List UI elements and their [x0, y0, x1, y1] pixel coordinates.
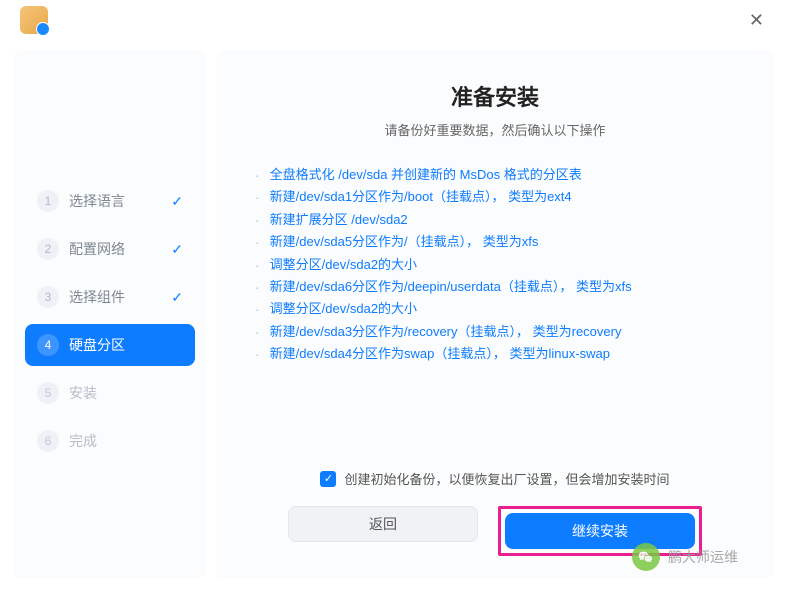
step-number: 1 [37, 190, 59, 212]
check-icon: ✓ [171, 289, 183, 306]
wizard-sidebar: 1 选择语言 ✓ 2 配置网络 ✓ 3 选择组件 ✓ 4 硬盘分区 5 安装 6 完成 [15, 50, 205, 576]
step-4[interactable]: 4 硬盘分区 [25, 324, 195, 366]
step-label: 完成 [69, 431, 97, 451]
page-title: 准备安装 [247, 80, 743, 112]
step-2[interactable]: 2 配置网络 ✓ [25, 228, 195, 270]
continue-button[interactable]: 继续安装 [505, 513, 695, 549]
step-number: 6 [37, 430, 59, 452]
backup-checkbox-row[interactable]: ✓ 创建初始化备份，以便恢复出厂设置，但会增加安装时间 [247, 469, 743, 488]
operation-text: 全盘格式化 /dev/sda 并创建新的 MsDos 格式的分区表 [270, 164, 582, 186]
step-label: 选择组件 [69, 287, 125, 307]
back-button[interactable]: 返回 [288, 506, 478, 542]
check-icon: ✓ [171, 193, 183, 210]
page-subtitle: 请备份好重要数据，然后确认以下操作 [247, 120, 743, 139]
operation-item: · 新建/dev/sda5分区作为/（挂载点）， 类型为xfs [247, 231, 743, 253]
bullet-icon: · [255, 186, 260, 208]
bullet-icon: · [255, 343, 260, 365]
step-6[interactable]: 6 完成 [25, 420, 195, 462]
step-label: 选择语言 [69, 191, 125, 211]
operation-item: · 全盘格式化 /dev/sda 并创建新的 MsDos 格式的分区表 [247, 164, 743, 186]
operation-text: 调整分区/dev/sda2的大小 [270, 298, 417, 320]
step-number: 3 [37, 286, 59, 308]
operation-text: 新建扩展分区 /dev/sda2 [270, 209, 408, 231]
checkbox-label: 创建初始化备份，以便恢复出厂设置，但会增加安装时间 [344, 469, 669, 488]
operation-text: 新建/dev/sda5分区作为/（挂载点）， 类型为xfs [270, 231, 539, 253]
bullet-icon: · [255, 231, 260, 253]
bullet-icon: · [255, 321, 260, 343]
step-label: 硬盘分区 [69, 335, 125, 355]
highlight-box: 继续安装 [498, 506, 702, 556]
step-3[interactable]: 3 选择组件 ✓ [25, 276, 195, 318]
bullet-icon: · [255, 164, 260, 186]
operation-item: · 新建/dev/sda4分区作为swap（挂载点）， 类型为linux-swap [247, 343, 743, 365]
operation-text: 新建/dev/sda4分区作为swap（挂载点）， 类型为linux-swap [270, 343, 610, 365]
step-label: 安装 [69, 383, 97, 403]
operation-item: · 新建/dev/sda3分区作为/recovery（挂载点）， 类型为recov… [247, 321, 743, 343]
bullet-icon: · [255, 254, 260, 276]
checkbox-icon[interactable]: ✓ [320, 471, 336, 487]
step-5[interactable]: 5 安装 [25, 372, 195, 414]
operation-item: · 调整分区/dev/sda2的大小 [247, 254, 743, 276]
step-number: 5 [37, 382, 59, 404]
operation-item: · 新建/dev/sda1分区作为/boot（挂载点）， 类型为ext4 [247, 186, 743, 208]
operation-text: 新建/dev/sda3分区作为/recovery（挂载点）， 类型为recove… [270, 321, 622, 343]
operation-item: · 新建扩展分区 /dev/sda2 [247, 209, 743, 231]
operation-item: · 调整分区/dev/sda2的大小 [247, 298, 743, 320]
operations-list: · 全盘格式化 /dev/sda 并创建新的 MsDos 格式的分区表 · 新建/de… [247, 164, 743, 469]
operation-text: 新建/dev/sda1分区作为/boot（挂载点）， 类型为ext4 [270, 186, 572, 208]
bullet-icon: · [255, 298, 260, 320]
app-logo-icon [20, 6, 48, 34]
content-panel: 准备安装 请备份好重要数据，然后确认以下操作 · 全盘格式化 /dev/sda 并… [217, 50, 773, 576]
step-1[interactable]: 1 选择语言 ✓ [25, 180, 195, 222]
bullet-icon: · [255, 276, 260, 298]
operation-item: · 新建/dev/sda6分区作为/deepin/userdata（挂载点）， 类… [247, 276, 743, 298]
check-icon: ✓ [171, 241, 183, 258]
operation-text: 调整分区/dev/sda2的大小 [270, 254, 417, 276]
operation-text: 新建/dev/sda6分区作为/deepin/userdata（挂载点）， 类型… [270, 276, 632, 298]
step-number: 2 [37, 238, 59, 260]
bullet-icon: · [255, 209, 260, 231]
close-button[interactable]: ✕ [745, 6, 768, 35]
step-number: 4 [37, 334, 59, 356]
step-label: 配置网络 [69, 239, 125, 259]
